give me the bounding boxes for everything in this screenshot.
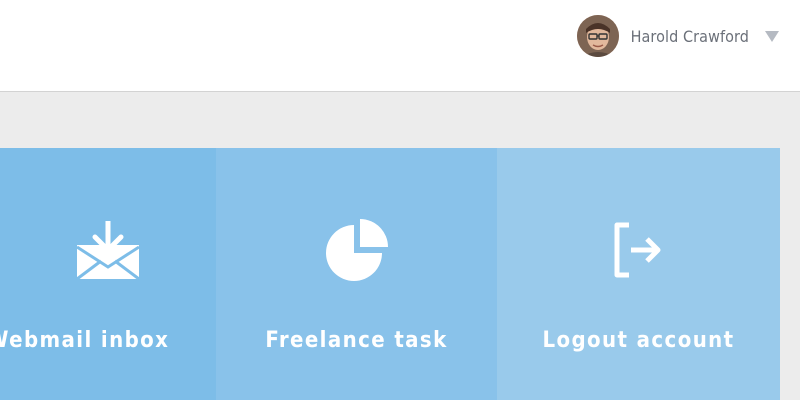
tile-label: Webmail inbox bbox=[0, 328, 170, 353]
mail-download-icon bbox=[68, 210, 148, 290]
tile-freelance-task[interactable]: Freelance task bbox=[216, 148, 497, 400]
dashboard-tiles: Webmail inbox Freelance task Logout acco… bbox=[0, 148, 780, 400]
tile-webmail-inbox[interactable]: Webmail inbox bbox=[0, 148, 216, 400]
tile-logout-account[interactable]: Logout account bbox=[497, 148, 780, 400]
logout-icon bbox=[599, 210, 679, 290]
user-name[interactable]: Harold Crawford bbox=[631, 27, 749, 46]
user-menu[interactable]: Harold Crawford bbox=[576, 15, 779, 57]
avatar[interactable] bbox=[576, 15, 619, 57]
tile-label: Logout account bbox=[542, 328, 735, 353]
user-avatar-image bbox=[576, 15, 619, 57]
chevron-down-icon[interactable] bbox=[765, 30, 779, 42]
top-bar: Harold Crawford bbox=[0, 0, 800, 92]
tile-label: Freelance task bbox=[265, 328, 448, 353]
pie-chart-icon bbox=[317, 210, 397, 290]
